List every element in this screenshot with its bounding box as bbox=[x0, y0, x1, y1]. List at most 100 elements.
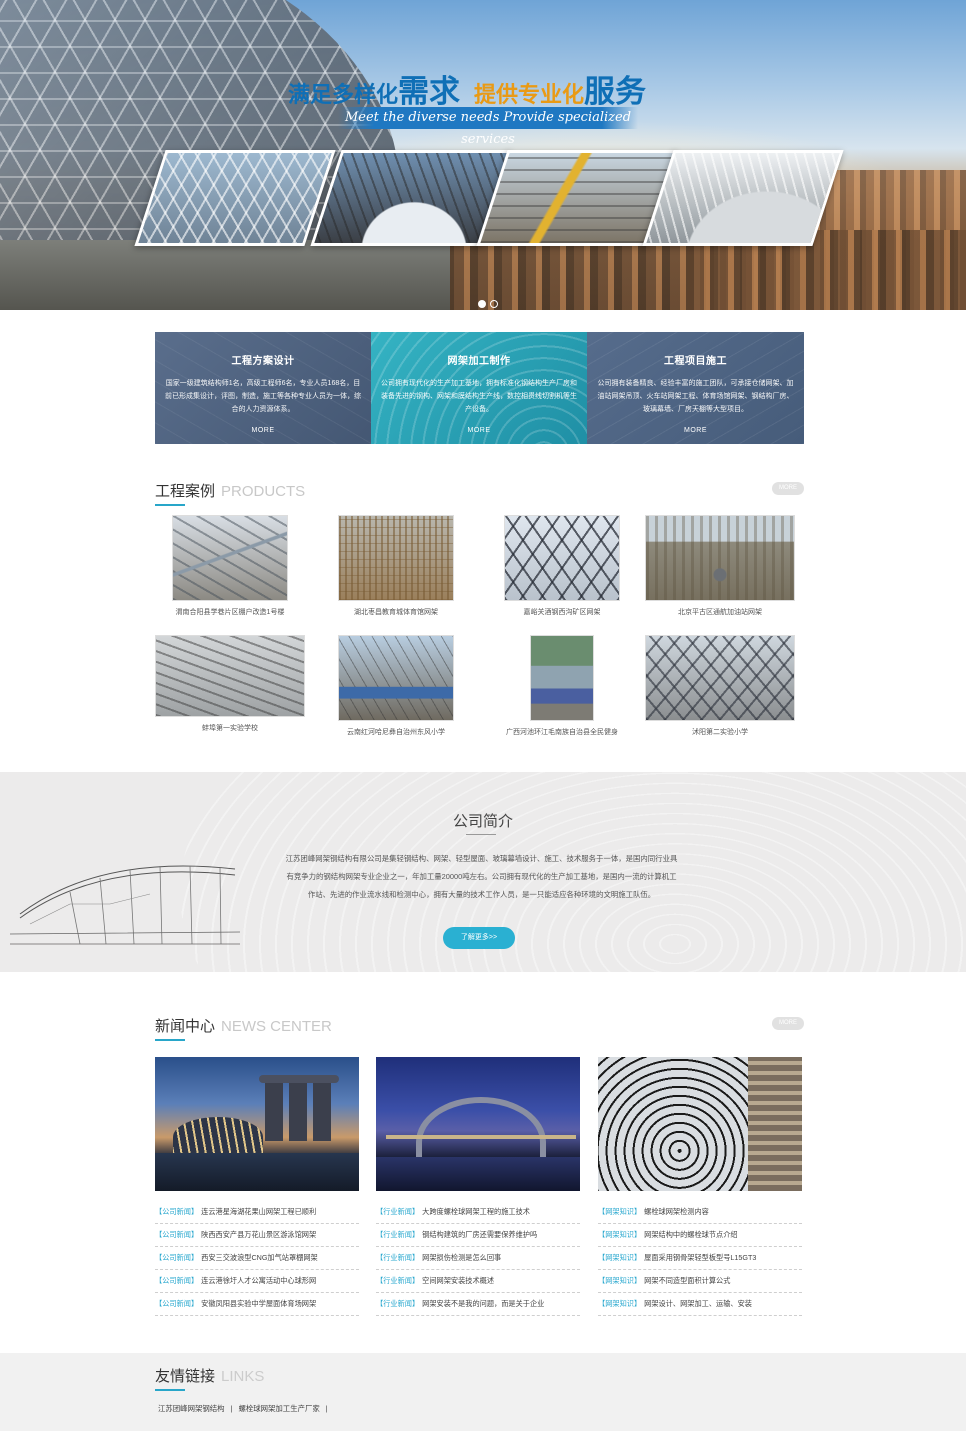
friend-links-section: 友情链接 LINKS 江苏团峰网架钢结构 | 螺栓球网架加工生产厂家 | bbox=[0, 1353, 966, 1431]
service-title: 工程方案设计 bbox=[231, 356, 295, 367]
product-caption[interactable]: 湖北枣昌教育城体育馆网架 bbox=[321, 607, 471, 617]
news-text[interactable]: 空间网架安装技术概述 bbox=[422, 1276, 494, 1285]
news-item[interactable]: 【网架知识】 屋面采用钢骨架轻型板型号L15GT3 bbox=[598, 1247, 802, 1270]
news-text[interactable]: 钢结构建筑的厂房还需要保养维护吗 bbox=[422, 1230, 537, 1239]
hero-photo-strip bbox=[134, 150, 844, 246]
news-item[interactable]: 【网架知识】 螺栓球网架检测内容 bbox=[598, 1201, 802, 1224]
product-caption[interactable]: 广西河池环江毛南族自治县全民健身 bbox=[487, 727, 637, 737]
news-image-bridge[interactable] bbox=[376, 1057, 580, 1191]
about-title: 公司简介 bbox=[452, 813, 513, 830]
news-tag: 【行业新闻】 bbox=[376, 1299, 420, 1308]
news-item[interactable]: 【公司新闻】 连云港徐圩人才公寓活动中心球形网 bbox=[155, 1270, 359, 1293]
friend-link[interactable]: 江苏团峰网架钢结构 bbox=[158, 1404, 225, 1413]
water-shape bbox=[155, 1153, 359, 1191]
product-caption[interactable]: 蚌埠第一实验学校 bbox=[155, 723, 305, 733]
service-fabrication[interactable]: 网架加工制作 公司拥有现代化的生产加工基地，拥有标准化钢结构生产厂房和装备先进的… bbox=[371, 332, 587, 444]
news-text[interactable]: 屋面采用钢骨架轻型板型号L15GT3 bbox=[644, 1253, 756, 1262]
service-construction[interactable]: 工程项目施工 公司拥有装备精良、经验丰富的施工团队，可承接仓储网架、加油站网架吊… bbox=[587, 332, 804, 444]
hero-title: 满足多样化需求 提供专业化服务 bbox=[288, 66, 708, 111]
news-item[interactable]: 【公司新闻】 陕西西安产县万花山景区游泳馆网架 bbox=[155, 1224, 359, 1247]
news-title: 新闻中心 bbox=[155, 1017, 216, 1035]
news-item[interactable]: 【行业新闻】 钢结构建筑的厂房还需要保养维护吗 bbox=[376, 1224, 580, 1247]
news-tag: 【行业新闻】 bbox=[376, 1276, 420, 1285]
news-list: 【公司新闻】 连云港星海湖花果山网架工程已顺利 【公司新闻】 陕西西安产县万花山景区… bbox=[155, 1201, 359, 1316]
news-item[interactable]: 【行业新闻】 大跨度螺栓球网架工程的施工技术 bbox=[376, 1201, 580, 1224]
products-more-button[interactable]: MORE bbox=[772, 482, 804, 495]
service-more-link[interactable]: MORE bbox=[155, 427, 371, 434]
product-caption[interactable]: 渭南合阳县学巷片区棚户改造1号楼 bbox=[155, 607, 305, 617]
news-text[interactable]: 网架结构中的螺栓球节点介绍 bbox=[644, 1230, 737, 1239]
service-design[interactable]: 工程方案设计 国家一级建筑结构师1名，高级工程师6名，专业人员168名，目前已形… bbox=[155, 332, 371, 444]
product-card[interactable]: 沭阳第二实验小学 bbox=[645, 635, 795, 737]
news-image-tower[interactable] bbox=[598, 1057, 802, 1191]
news-item[interactable]: 【公司新闻】 连云港星海湖花果山网架工程已顺利 bbox=[155, 1201, 359, 1224]
news-text[interactable]: 陕西西安产县万花山景区游泳馆网架 bbox=[201, 1230, 316, 1239]
news-item[interactable]: 【行业新闻】 空间网架安装技术概述 bbox=[376, 1270, 580, 1293]
product-card[interactable]: 湖北枣昌教育城体育馆网架 bbox=[321, 515, 471, 617]
product-image[interactable] bbox=[338, 515, 454, 601]
news-text[interactable]: 网架不同造型面积计算公式 bbox=[644, 1276, 730, 1285]
news-text[interactable]: 网架损伤检测是怎么回事 bbox=[422, 1253, 501, 1262]
product-card[interactable]: 蚌埠第一实验学校 bbox=[155, 635, 305, 733]
carousel-dot[interactable] bbox=[478, 300, 486, 308]
product-card[interactable]: 北京平古区通航加油站网架 bbox=[645, 515, 795, 617]
hero-title-part1-big: 需求 bbox=[398, 74, 461, 110]
hero-subtitle: Meet the diverse needs Provide specializ… bbox=[338, 107, 638, 147]
news-section: 【公司新闻】 连云港星海湖花果山网架工程已顺利 【公司新闻】 陕西西安产县万花山景区… bbox=[155, 1057, 805, 1317]
learn-more-button[interactable]: 了解更多>> bbox=[443, 927, 515, 949]
carousel-dots bbox=[478, 295, 508, 308]
products-heading: 工程案例 PRODUCTS MORE bbox=[155, 480, 804, 510]
news-tag: 【公司新闻】 bbox=[155, 1230, 199, 1239]
news-text[interactable]: 螺栓球网架检测内容 bbox=[644, 1207, 709, 1216]
news-item[interactable]: 【公司新闻】 西安三交波浪型CNG加气站罩棚网架 bbox=[155, 1247, 359, 1270]
friend-link[interactable]: 螺栓球网架加工生产厂家 bbox=[238, 1404, 319, 1413]
about-text: 江苏团峰网架钢结构有限公司是集轻钢结构、网架、轻型屋面、玻璃幕墙设计、施工、技术… bbox=[285, 854, 678, 899]
bridge-deck-shape bbox=[386, 1135, 576, 1139]
service-body: 国家一级建筑结构师1名，高级工程师6名，专业人员168名，目前已形成集设计，评图… bbox=[165, 380, 361, 413]
product-caption[interactable]: 嘉峪关酒钢西沟矿区网架 bbox=[487, 607, 637, 617]
product-caption[interactable]: 沭阳第二实验小学 bbox=[645, 727, 795, 737]
product-image[interactable] bbox=[155, 635, 305, 717]
dome-floor bbox=[0, 240, 450, 310]
product-image[interactable] bbox=[338, 635, 454, 721]
news-column-industry: 【行业新闻】 大跨度螺栓球网架工程的施工技术 【行业新闻】 钢结构建筑的厂房还需要保… bbox=[376, 1057, 580, 1316]
product-image[interactable] bbox=[645, 635, 795, 721]
product-caption[interactable]: 北京平古区通航加油站网架 bbox=[645, 607, 795, 617]
news-text[interactable]: 连云港星海湖花果山网架工程已顺利 bbox=[201, 1207, 316, 1216]
news-image-singapore[interactable] bbox=[155, 1057, 359, 1191]
product-card[interactable]: 渭南合阳县学巷片区棚户改造1号楼 bbox=[155, 515, 305, 617]
news-more-button[interactable]: MORE bbox=[772, 1017, 804, 1030]
product-card[interactable]: 云南红河哈尼彝自治州东风小学 bbox=[321, 635, 471, 737]
news-item[interactable]: 【网架知识】 网架设计、网架加工、运输、安装 bbox=[598, 1293, 802, 1316]
product-card[interactable]: 广西河池环江毛南族自治县全民健身 bbox=[487, 635, 637, 737]
news-item[interactable]: 【网架知识】 网架不同造型面积计算公式 bbox=[598, 1270, 802, 1293]
tower-shape bbox=[265, 1081, 283, 1141]
product-image[interactable] bbox=[504, 515, 620, 601]
service-more-link[interactable]: MORE bbox=[371, 427, 587, 434]
skypark-shape bbox=[259, 1075, 339, 1083]
news-item[interactable]: 【行业新闻】 网架损伤检测是怎么回事 bbox=[376, 1247, 580, 1270]
service-more-link[interactable]: MORE bbox=[587, 427, 804, 434]
news-text[interactable]: 连云港徐圩人才公寓活动中心球形网 bbox=[201, 1276, 316, 1285]
news-text[interactable]: 安徽凤阳县实验中学屋面体育场网架 bbox=[201, 1299, 316, 1308]
product-image[interactable] bbox=[530, 635, 594, 721]
news-text[interactable]: 大跨度螺栓球网架工程的施工技术 bbox=[422, 1207, 530, 1216]
product-caption[interactable]: 云南红河哈尼彝自治州东风小学 bbox=[321, 727, 471, 737]
product-image[interactable] bbox=[172, 515, 288, 601]
service-title: 网架加工制作 bbox=[447, 356, 511, 367]
news-tag: 【公司新闻】 bbox=[155, 1276, 199, 1285]
news-column-knowledge: 【网架知识】 螺栓球网架检测内容 【网架知识】 网架结构中的螺栓球节点介绍 【网架知… bbox=[598, 1057, 802, 1316]
news-text[interactable]: 网架安装不是我的问题，而是关于企业 bbox=[422, 1299, 544, 1308]
news-item[interactable]: 【行业新闻】 网架安装不是我的问题，而是关于企业 bbox=[376, 1293, 580, 1316]
news-item[interactable]: 【公司新闻】 安徽凤阳县实验中学屋面体育场网架 bbox=[155, 1293, 359, 1316]
news-text[interactable]: 网架设计、网架加工、运输、安装 bbox=[644, 1299, 752, 1308]
news-item[interactable]: 【网架知识】 网架结构中的螺栓球节点介绍 bbox=[598, 1224, 802, 1247]
carousel-dot[interactable] bbox=[490, 300, 498, 308]
product-image[interactable] bbox=[645, 515, 795, 601]
news-column-company: 【公司新闻】 连云港星海湖花果山网架工程已顺利 【公司新闻】 陕西西安产县万花山景区… bbox=[155, 1057, 359, 1316]
product-card[interactable]: 嘉峪关酒钢西沟矿区网架 bbox=[487, 515, 637, 617]
hero-banner: 满足多样化需求 提供专业化服务 Meet the diverse needs Pr… bbox=[0, 0, 966, 310]
products-title-en: PRODUCTS bbox=[221, 483, 306, 500]
service-body: 公司拥有现代化的生产加工基地，拥有标准化钢结构生产厂房和装备先进的钢构、网架和膜… bbox=[381, 380, 577, 413]
news-text[interactable]: 西安三交波浪型CNG加气站罩棚网架 bbox=[201, 1253, 318, 1262]
